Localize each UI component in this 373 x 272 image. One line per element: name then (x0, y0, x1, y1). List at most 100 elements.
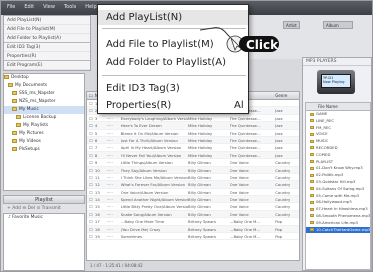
row-checkbox[interactable]: ☐ (87, 122, 95, 128)
rating-stars[interactable]: ····· (107, 174, 121, 180)
table-row[interactable]: ☐ 14 ····· Spend Another Night/Album Versio… (87, 196, 299, 204)
tree-item[interactable]: NZS_ms_Napster (4, 98, 84, 106)
row-checkbox[interactable]: ☐ (87, 159, 95, 165)
tree-item[interactable]: My Playlists (4, 122, 84, 130)
device-list-item[interactable]: MUSIC (306, 138, 370, 145)
table-row[interactable]: ☐ 4 ····· Here's To Ever Dream Mike Holiday T… (87, 122, 299, 130)
tree-item[interactable]: SSS_ms_Napster (4, 90, 84, 98)
row-checkbox[interactable]: ☐ (87, 203, 95, 209)
row-checkbox[interactable]: ☐ (87, 115, 95, 121)
device-list-item[interactable]: 07-Heart In Hiroshima.mp3 (306, 206, 370, 213)
table-row[interactable]: ☐ 5 ····· Blame It On Me/Album Version Mike … (87, 130, 299, 137)
device-list-item[interactable]: 10-CatchTheHardGame.mp3 (306, 226, 370, 234)
menu-view[interactable]: View (41, 4, 57, 10)
bg-menu-add-playlist[interactable]: Add PlayList(N) (4, 16, 90, 25)
device-list-item[interactable]: 09-American Life.mp3 (306, 220, 370, 227)
device-list-item[interactable]: PLAYLIST (306, 159, 370, 166)
table-row[interactable]: ☐ 17 ····· …Baby One More Time Britney Spear… (87, 218, 299, 226)
rating-stars[interactable]: ····· (107, 137, 121, 143)
rating-stars[interactable]: ····· (107, 181, 121, 187)
tree-item[interactable]: My Videos (4, 138, 84, 146)
table-row[interactable]: ☐ 7 ····· April In My Heart/Album Version Mi… (87, 144, 299, 152)
tree-item[interactable]: My Documents (4, 82, 84, 90)
bg-menu-edit-id3[interactable]: Edit ID3 Tag(3) (4, 43, 90, 52)
table-row[interactable]: ☐ 6 ····· Just For A Thrill/Album Version Mi… (87, 136, 299, 145)
table-row[interactable]: ☐ 19 ····· Sometimes Britney Spears …Baby One… (87, 233, 299, 241)
row-checkbox[interactable]: ☐ (87, 167, 95, 173)
rating-stars[interactable]: ····· (107, 115, 121, 121)
table-row[interactable]: ☐ 3 ····· Everybody's Laughing/Album Versio… (87, 115, 299, 123)
row-checkbox[interactable]: ☐ (87, 196, 95, 202)
rating-stars[interactable]: ····· (107, 159, 121, 165)
playlist-item[interactable]: ♪ Favorite Music (4, 214, 84, 222)
header-checkbox[interactable]: ☐ (87, 92, 95, 99)
device-list-item[interactable]: FM_REC (306, 125, 370, 132)
playlist-panel-buttons[interactable]: + Add ⊖ Del ⊙ Transmit (3, 204, 85, 213)
row-checkbox[interactable]: ☐ (87, 130, 95, 136)
rating-stars[interactable]: ····· (107, 144, 121, 150)
device-list-item[interactable]: 03-Goldstar Hill.mp3 (306, 179, 370, 186)
rating-stars[interactable]: ····· (107, 130, 121, 136)
menu-file[interactable]: File (5, 4, 17, 10)
tree-item[interactable]: License Backup (4, 114, 84, 122)
device-list-item[interactable]: VOICE (306, 131, 370, 138)
rating-stars[interactable]: ····· (107, 122, 121, 128)
table-row[interactable]: ☐ 10 ····· They Say/Album Version Billy Gilm… (87, 166, 299, 174)
rating-stars[interactable]: ····· (107, 167, 121, 173)
table-row[interactable]: ☐ 9 ····· Little Things/Album Version Billy … (87, 159, 299, 167)
rating-stars[interactable]: ····· (107, 196, 121, 202)
device-list-item[interactable]: GAME (306, 111, 370, 118)
table-row[interactable]: ☐ 16 ····· Snake Song/Album Version Billy Gi… (87, 210, 299, 219)
row-checkbox[interactable]: ☐ (87, 181, 95, 187)
bg-menu-edit-program[interactable]: Edit Program(E) (4, 61, 90, 70)
menu-edit-id3-tag[interactable]: Edit ID3 Tag(3) (106, 83, 180, 94)
device-list-item[interactable]: RECORDED (306, 145, 370, 152)
bg-menu-properties[interactable]: Properties(R) (4, 52, 90, 61)
row-checkbox[interactable]: ☐ (87, 211, 95, 217)
device-list-item[interactable]: COPIED (306, 152, 370, 159)
rating-stars[interactable]: ····· (107, 203, 121, 209)
row-checkbox[interactable]: ☐ (87, 100, 95, 106)
bg-menu-add-folder[interactable]: Add Folder to Playlist(A) (4, 34, 90, 43)
row-checkbox[interactable]: ☐ (87, 233, 95, 239)
bg-menu-add-file[interactable]: Add File to Playlist(M) (4, 25, 90, 34)
row-checkbox[interactable]: ☐ (87, 218, 95, 224)
row-checkbox[interactable]: ☐ (87, 189, 95, 195)
table-row[interactable]: ☐ 12 ····· What's Forever For/Album Version… (87, 181, 299, 189)
cell-album: One Voice (229, 182, 249, 188)
table-row[interactable]: ☐ 18 ····· (You Drive Me) Crazy Britney Spea… (87, 225, 299, 234)
tree-item-selected[interactable]: My Music (4, 106, 84, 114)
tab-album[interactable]: Album (323, 21, 353, 29)
row-checkbox[interactable]: ☐ (87, 152, 95, 158)
table-row[interactable]: ☐ 8 ····· I'll Never Fail You/Album Version… (87, 151, 299, 160)
row-checkbox[interactable]: ☐ (87, 174, 95, 180)
rating-stars[interactable]: ····· (107, 233, 121, 239)
device-list-item[interactable]: 06-Hollywood.mp3 (306, 199, 370, 206)
table-row[interactable]: ☐ 15 ····· Little Bitty Pretty One/Album Ve… (87, 203, 299, 211)
menu-edit[interactable]: Edit (22, 4, 36, 10)
menu-tools[interactable]: Tools (62, 4, 78, 10)
column-genre[interactable]: Genre (275, 92, 299, 99)
table-row[interactable]: ☐ 13 ····· One Voice/Album Version Billy Gil… (87, 189, 299, 197)
table-row[interactable]: ☐ 11 ····· I Think She Likes Me/Album Versi… (87, 174, 299, 182)
cell-artist: Billy Gilman (188, 167, 211, 173)
tree-item[interactable]: PlsSetups (4, 146, 84, 154)
row-checkbox[interactable]: ☐ (87, 107, 95, 113)
row-checkbox[interactable]: ☐ (87, 226, 95, 232)
device-list-item[interactable]: 05-Come with Me.mp3 (306, 193, 370, 200)
rating-stars[interactable]: ····· (107, 226, 121, 232)
device-list-item[interactable]: LINE_REC (306, 118, 370, 125)
rating-stars[interactable]: ····· (107, 152, 121, 158)
rating-stars[interactable]: ····· (107, 211, 121, 217)
row-checkbox[interactable]: ☐ (87, 137, 95, 143)
device-list-item[interactable]: 08-Smooth Phenomena.mp3 (306, 213, 370, 220)
rating-stars[interactable]: ····· (107, 189, 121, 195)
device-list-item[interactable]: 02-Politik.mp3 (306, 172, 370, 179)
row-checkbox[interactable]: ☐ (87, 144, 95, 150)
tree-item[interactable]: My Pictures (4, 130, 84, 138)
menu-properties[interactable]: Properties(R) (106, 100, 171, 111)
rating-stars[interactable]: ····· (107, 218, 121, 224)
tree-item[interactable]: Desktop (4, 74, 84, 82)
device-list-item[interactable]: 01-Don't Know Why.mp3 (306, 165, 370, 172)
device-list-item[interactable]: 04-Sultans Of Swing.mp3 (306, 186, 370, 193)
